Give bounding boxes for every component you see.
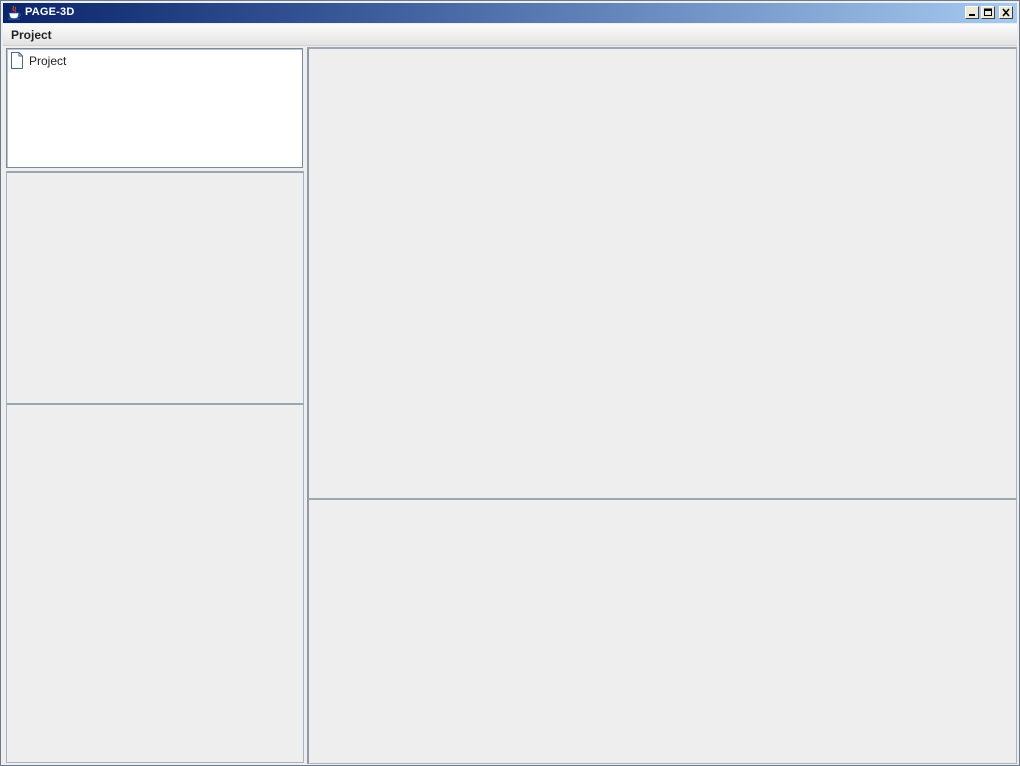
menu-bar: Project	[3, 24, 1017, 46]
document-icon	[11, 52, 23, 69]
close-icon	[1002, 8, 1010, 17]
minimize-icon	[969, 14, 975, 16]
left-middle-panel	[6, 171, 304, 405]
title-bar[interactable]: PAGE-3D	[3, 3, 1017, 23]
project-tree-panel[interactable]: Project	[6, 48, 303, 168]
java-cup-icon	[8, 5, 21, 20]
tree-item-label: Project	[29, 54, 67, 68]
app-window: PAGE-3D Project Project	[0, 0, 1020, 766]
left-bottom-panel	[6, 403, 304, 763]
main-view-panel[interactable]	[307, 47, 1017, 500]
maximize-button[interactable]	[981, 6, 995, 19]
menu-project[interactable]: Project	[7, 26, 56, 44]
close-button[interactable]	[999, 6, 1013, 19]
bottom-view-panel[interactable]	[307, 498, 1017, 764]
maximize-icon	[984, 8, 992, 16]
minimize-button[interactable]	[965, 6, 979, 19]
window-title: PAGE-3D	[25, 6, 75, 18]
